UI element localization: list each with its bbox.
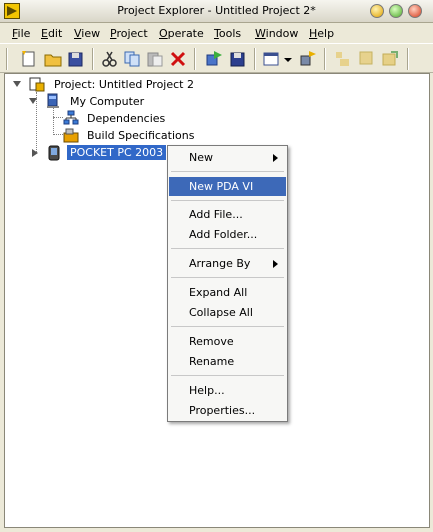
menu-project[interactable]: Project xyxy=(110,27,148,40)
toolbar-separator xyxy=(407,48,409,70)
menu-separator xyxy=(171,326,284,327)
menu-item-new-pda-vi-label: New PDA VI xyxy=(189,180,254,193)
menu-item-new-pda-vi[interactable]: New PDA VI xyxy=(169,177,286,196)
pocket-pc-label: POCKET PC 2003 xyxy=(67,145,167,160)
menu-tools[interactable]: Tools xyxy=(214,27,241,40)
menu-item-add-folder-label: Add Folder... xyxy=(189,228,258,241)
collapse-icon[interactable] xyxy=(334,50,352,68)
toolbar-separator xyxy=(324,48,326,70)
menu-item-rename[interactable]: Rename xyxy=(169,352,286,371)
menu-item-collapse-all-label: Collapse All xyxy=(189,306,253,319)
my-computer-label: My Computer xyxy=(70,95,145,108)
toolbar-separator xyxy=(254,48,256,70)
dependencies-label: Dependencies xyxy=(87,112,166,125)
toolbar-separator xyxy=(6,48,8,70)
save-all-icon[interactable] xyxy=(67,50,85,68)
settings-icon[interactable] xyxy=(299,50,317,68)
pda-device-icon xyxy=(48,145,60,161)
tree-connector xyxy=(53,108,54,135)
save-build-icon[interactable] xyxy=(229,50,247,68)
menu-item-remove-label: Remove xyxy=(189,335,234,348)
expand-arrow-icon[interactable] xyxy=(31,149,39,158)
view-icon[interactable] xyxy=(263,50,281,68)
menu-separator xyxy=(171,171,284,172)
dropdown-icon[interactable] xyxy=(283,50,293,68)
menu-separator xyxy=(171,375,284,376)
submenu-arrow-icon xyxy=(273,260,278,268)
project-icon xyxy=(29,77,45,92)
menu-item-new[interactable]: New xyxy=(169,148,286,167)
computer-icon xyxy=(47,93,59,108)
menu-item-properties-label: Properties... xyxy=(189,404,256,417)
tree-item-my-computer[interactable]: My Computer xyxy=(29,93,229,109)
menu-bar: File Edit View Project Operate Tools Win… xyxy=(0,23,433,43)
menu-view[interactable]: View xyxy=(74,27,100,40)
build-spec-icon xyxy=(63,128,79,143)
toolbar-separator xyxy=(92,48,94,70)
menu-item-help-label: Help... xyxy=(189,384,225,397)
menu-separator xyxy=(171,277,284,278)
menu-item-new-label: New xyxy=(189,151,213,164)
menu-item-expand-all-label: Expand All xyxy=(189,286,248,299)
toolbar-separator xyxy=(194,48,196,70)
cut-icon[interactable] xyxy=(101,50,119,68)
close-button[interactable] xyxy=(408,4,422,18)
menu-item-collapse-all[interactable]: Collapse All xyxy=(169,303,286,322)
title-bar[interactable]: Project Explorer - Untitled Project 2* xyxy=(0,0,433,23)
project-label: Project: Untitled Project 2 xyxy=(54,78,194,91)
tree-connector xyxy=(53,117,63,118)
menu-item-rename-label: Rename xyxy=(189,355,235,368)
expand-icon[interactable] xyxy=(358,50,376,68)
context-menu: New New PDA VI Add File... Add Folder...… xyxy=(167,145,288,422)
menu-item-arrange-by-label: Arrange By xyxy=(189,257,251,270)
submenu-arrow-icon xyxy=(273,154,278,162)
tree-item-project[interactable]: Project: Untitled Project 2 xyxy=(13,76,213,92)
open-icon[interactable] xyxy=(44,50,62,68)
menu-separator xyxy=(171,200,284,201)
menu-file[interactable]: File xyxy=(12,27,30,40)
menu-item-arrange-by[interactable]: Arrange By xyxy=(169,254,286,273)
menu-window[interactable]: Window xyxy=(255,27,298,40)
collapse-arrow-icon[interactable] xyxy=(13,80,22,89)
menu-item-help[interactable]: Help... xyxy=(169,381,286,400)
tree-item-dependencies[interactable]: Dependencies xyxy=(63,110,263,126)
menu-item-add-folder[interactable]: Add Folder... xyxy=(169,225,286,244)
delete-icon[interactable] xyxy=(169,50,187,68)
menu-item-remove[interactable]: Remove xyxy=(169,332,286,351)
toolbar xyxy=(0,43,433,73)
tree-connector xyxy=(53,134,63,135)
copy-icon[interactable] xyxy=(123,50,141,68)
maximize-button[interactable] xyxy=(389,4,403,18)
tree-item-build-specifications[interactable]: Build Specifications xyxy=(63,127,263,143)
build-specifications-label: Build Specifications xyxy=(87,129,195,142)
menu-item-properties[interactable]: Properties... xyxy=(169,401,286,420)
collapse-arrow-icon[interactable] xyxy=(29,97,38,106)
paste-icon[interactable] xyxy=(146,50,164,68)
menu-item-add-file-label: Add File... xyxy=(189,208,243,221)
menu-edit[interactable]: Edit xyxy=(41,27,62,40)
minimize-button[interactable] xyxy=(370,4,384,18)
refresh-icon[interactable] xyxy=(381,50,399,68)
menu-operate[interactable]: Operate xyxy=(159,27,204,40)
menu-item-add-file[interactable]: Add File... xyxy=(169,205,286,224)
menu-separator xyxy=(171,248,284,249)
new-icon[interactable] xyxy=(20,50,38,68)
menu-help[interactable]: Help xyxy=(309,27,334,40)
build-icon[interactable] xyxy=(205,50,223,68)
window-title: Project Explorer - Untitled Project 2* xyxy=(117,4,316,17)
menu-item-expand-all[interactable]: Expand All xyxy=(169,283,286,302)
dependencies-icon xyxy=(63,110,79,125)
